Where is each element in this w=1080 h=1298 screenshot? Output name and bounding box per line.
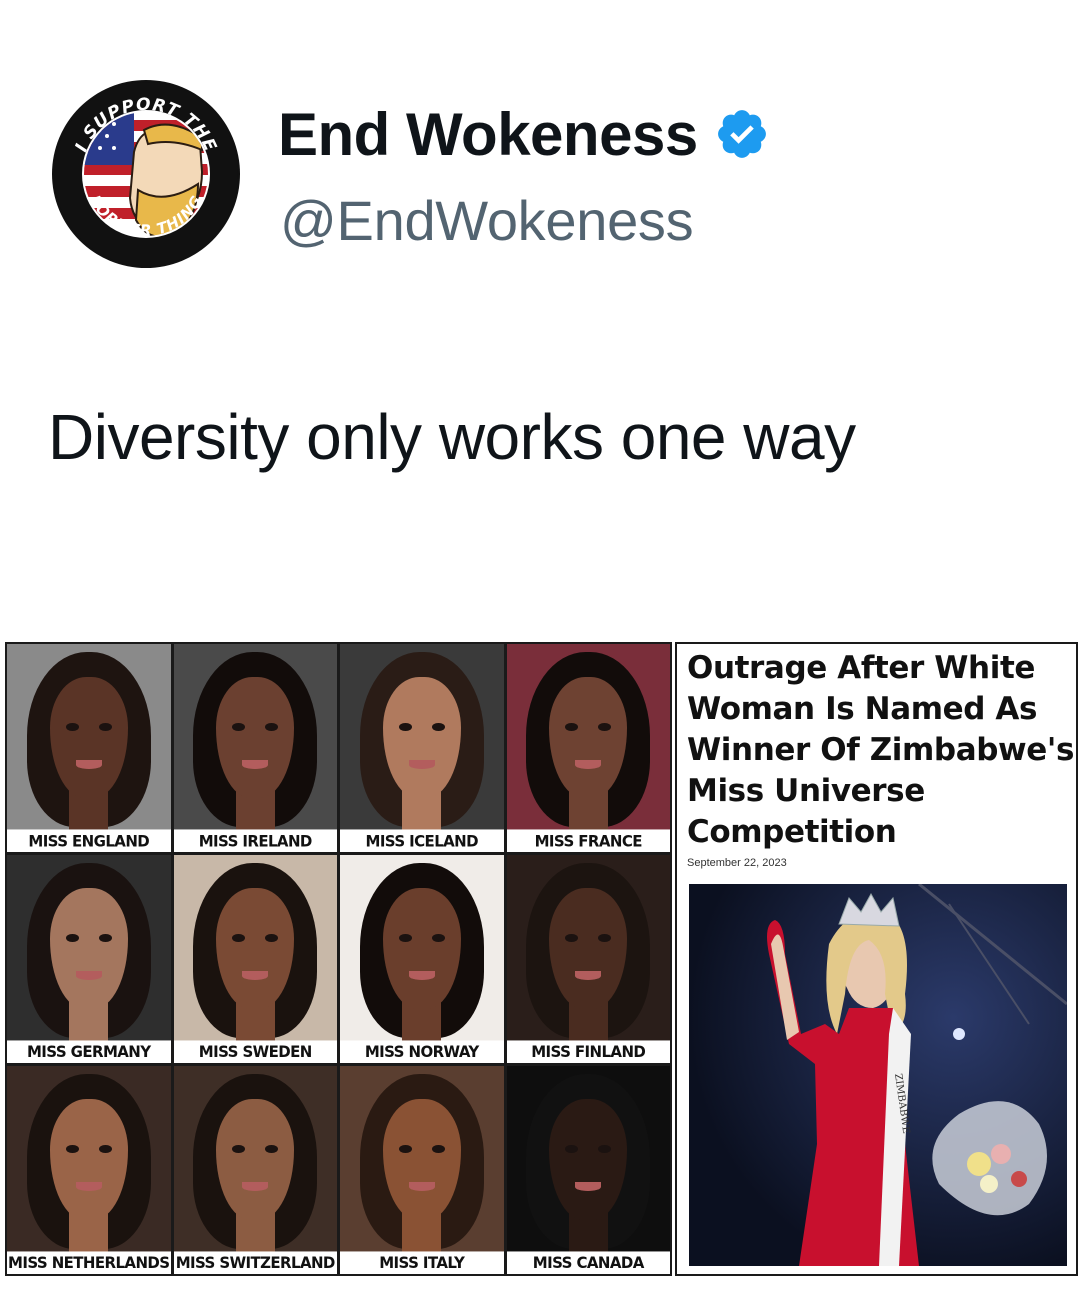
portrait-tile[interactable]: MISS FINLAND xyxy=(506,855,670,1063)
portrait-caption: MISS GERMANY xyxy=(7,1040,171,1063)
portrait-mouth xyxy=(242,1182,269,1191)
portrait-caption: MISS CANADA xyxy=(506,1251,670,1274)
portrait-face xyxy=(549,677,628,798)
author-name-row[interactable]: End Wokeness xyxy=(278,98,770,170)
portrait-face xyxy=(549,888,628,1009)
portrait-caption: MISS ENGLAND xyxy=(7,829,171,852)
portrait-tile[interactable]: MISS FRANCE xyxy=(506,644,670,852)
tweet-text: Diversity only works one way xyxy=(48,401,856,473)
portrait-mouth xyxy=(575,760,602,769)
portrait-tile[interactable]: MISS NORWAY xyxy=(340,855,504,1063)
portrait-tile[interactable]: MISS ICELAND xyxy=(340,644,504,852)
portrait-mouth xyxy=(75,971,102,980)
article-date: September 22, 2023 xyxy=(687,857,787,869)
portrait-caption: MISS NETHERLANDS xyxy=(7,1251,171,1274)
portrait-mouth xyxy=(75,1182,102,1191)
portrait-caption: MISS NORWAY xyxy=(340,1040,504,1063)
article-headline: Outrage After White Woman Is Named As Wi… xyxy=(687,650,1075,850)
portrait-tile[interactable]: MISS ENGLAND xyxy=(7,644,171,852)
portrait-mouth xyxy=(575,1182,602,1191)
portrait-mouth xyxy=(75,760,102,769)
portrait-tile[interactable]: MISS GERMANY xyxy=(7,855,171,1063)
portrait-caption: MISS ITALY xyxy=(340,1251,504,1274)
portrait-face xyxy=(382,888,461,1009)
portrait-face xyxy=(49,1099,128,1220)
portrait-tile[interactable]: MISS IRELAND xyxy=(173,644,337,852)
portrait-tile[interactable]: MISS SWITZERLAND xyxy=(173,1066,337,1274)
portrait-tile[interactable]: MISS SWEDEN xyxy=(173,855,337,1063)
portrait-face xyxy=(549,1099,628,1220)
display-name[interactable]: End Wokeness xyxy=(278,100,698,169)
portrait-caption: MISS IRELAND xyxy=(173,829,337,852)
portrait-tile[interactable]: MISS ITALY xyxy=(340,1066,504,1274)
portrait-mouth xyxy=(242,760,269,769)
portrait-face xyxy=(216,677,295,798)
portrait-mouth xyxy=(575,971,602,980)
portrait-eye xyxy=(431,934,445,943)
portrait-caption: MISS FINLAND xyxy=(506,1040,670,1063)
portrait-caption: MISS ICELAND xyxy=(340,829,504,852)
author-handle[interactable]: @EndWokeness xyxy=(280,188,694,253)
portrait-caption: MISS SWEDEN xyxy=(173,1040,337,1063)
avatar-image: I SUPPORT THE FORMER THING xyxy=(54,82,238,266)
portrait-mouth xyxy=(408,1182,435,1191)
portrait-eye xyxy=(98,934,112,943)
portrait-caption: MISS SWITZERLAND xyxy=(173,1251,337,1274)
portrait-face xyxy=(49,888,128,1009)
portrait-face xyxy=(382,677,461,798)
portrait-eye xyxy=(98,1145,112,1154)
portrait-mouth xyxy=(242,971,269,980)
portrait-face xyxy=(216,1099,295,1220)
portrait-grid[interactable]: MISS ENGLAND MISS IRELAND MISS ICELAND MISS… xyxy=(5,642,672,1276)
portrait-face xyxy=(382,1099,461,1220)
article-photo: ZIMBABWE xyxy=(689,884,1067,1266)
portrait-mouth xyxy=(408,760,435,769)
profile-avatar[interactable]: I SUPPORT THE FORMER THING xyxy=(52,80,240,268)
portrait-mouth xyxy=(408,971,435,980)
article-card: Outrage After White Woman Is Named As Wi… xyxy=(675,642,1078,1276)
portrait-face xyxy=(49,677,128,798)
portrait-eye xyxy=(98,723,112,732)
portrait-eye xyxy=(431,723,445,732)
portrait-eye xyxy=(431,1145,445,1154)
portrait-tile[interactable]: MISS NETHERLANDS xyxy=(7,1066,171,1274)
verified-badge-icon[interactable] xyxy=(714,106,770,162)
portrait-face xyxy=(216,888,295,1009)
portrait-tile[interactable]: MISS CANADA xyxy=(506,1066,670,1274)
portrait-caption: MISS FRANCE xyxy=(506,829,670,852)
